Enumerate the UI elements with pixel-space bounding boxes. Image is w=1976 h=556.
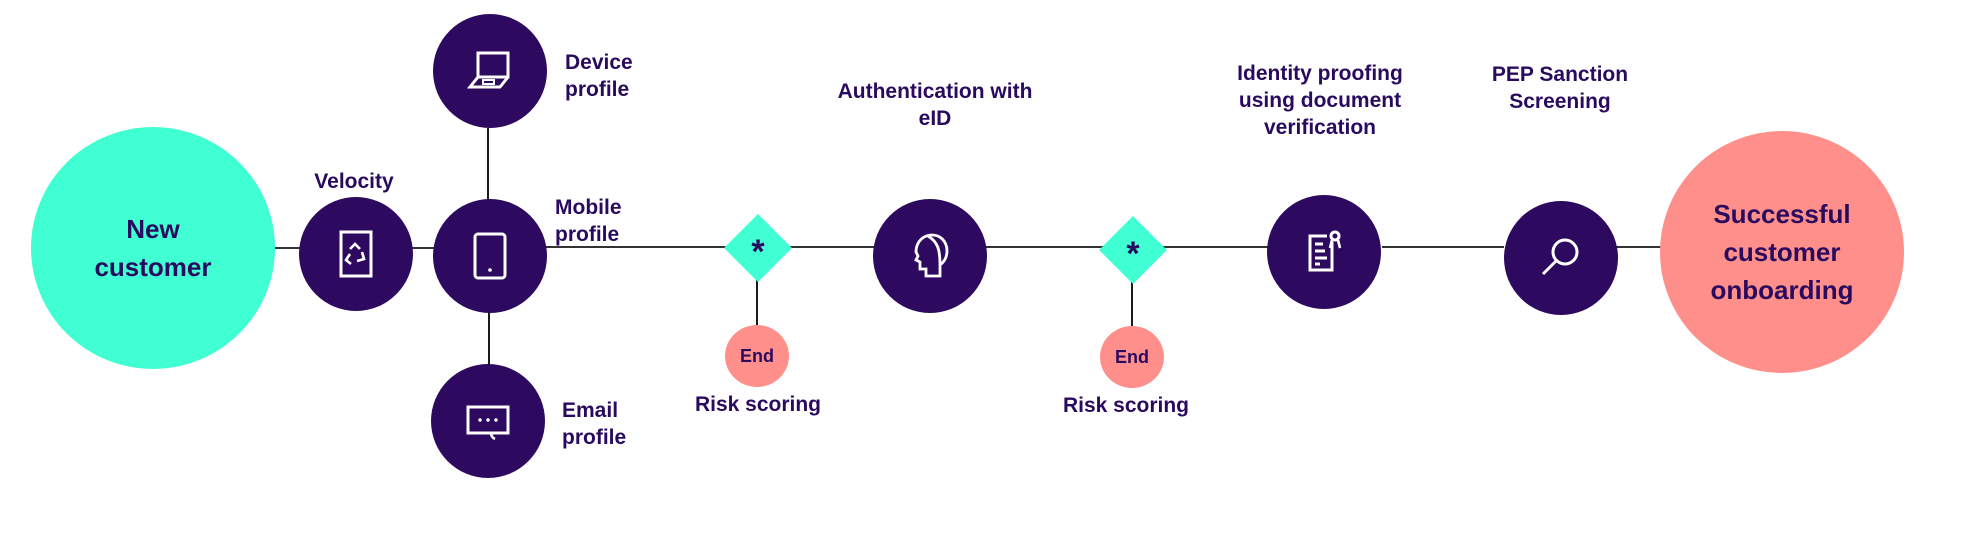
finish-node-successful-onboarding: Successful customer onboarding <box>1660 131 1904 373</box>
mobile-phone-icon <box>473 232 507 280</box>
risk-scoring-label-2: Risk scoring <box>1062 394 1190 417</box>
asterisk-icon: * <box>1126 234 1140 273</box>
finish-node-label: Successful customer onboarding <box>1710 199 1854 305</box>
step-velocity <box>299 197 413 311</box>
connector <box>756 280 758 326</box>
connector <box>1158 246 1270 248</box>
connector <box>1616 246 1662 248</box>
decision-risk-scoring-1: * <box>724 214 792 282</box>
step-mobile-profile <box>433 199 547 313</box>
connector <box>986 246 1110 248</box>
end-node-2: End <box>1100 326 1164 388</box>
start-node-label: New customer <box>94 214 212 282</box>
connector <box>1382 246 1504 248</box>
step-identity-proofing-label: Identity proofing using document verific… <box>1237 62 1403 139</box>
step-pep-screening <box>1504 201 1618 315</box>
step-device-profile <box>433 14 547 128</box>
start-node-new-customer: New customer <box>31 127 275 369</box>
connector <box>274 247 302 249</box>
end-node-1: End <box>725 325 789 387</box>
step-authentication-label: Authentication with eID <box>837 80 1033 130</box>
asterisk-icon: * <box>751 232 765 271</box>
step-mobile-profile-label: Mobile profile <box>555 196 622 246</box>
decision-risk-scoring-2: * <box>1099 216 1167 284</box>
connector <box>780 246 874 248</box>
connector <box>1131 282 1133 326</box>
laptop-icon <box>466 51 510 89</box>
onboarding-flow-diagram: New customer Velocity Device profile Mob… <box>0 0 1976 556</box>
message-icon <box>466 405 510 441</box>
step-authentication <box>873 199 987 313</box>
recycle-document-icon <box>339 230 373 278</box>
step-identity-proofing <box>1267 195 1381 309</box>
step-velocity-label: Velocity <box>314 170 394 193</box>
step-email-profile <box>431 364 545 478</box>
certificate-document-icon <box>1308 230 1342 272</box>
connector <box>487 128 489 202</box>
risk-scoring-label-1: Risk scoring <box>694 393 822 416</box>
connector <box>410 247 436 249</box>
connector <box>488 312 490 366</box>
step-pep-screening-label: PEP Sanction Screening <box>1491 63 1629 113</box>
magnifier-icon <box>1541 238 1579 276</box>
head-profile-icon <box>914 233 949 278</box>
step-email-profile-label: Email profile <box>562 399 627 449</box>
step-device-profile-label: Device profile <box>565 51 633 101</box>
